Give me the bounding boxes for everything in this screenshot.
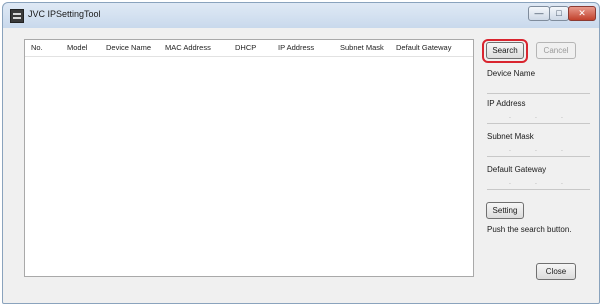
close-icon: ✕ [578, 8, 586, 18]
device-name-label: Device Name [487, 69, 536, 78]
close-button[interactable]: Close [536, 263, 576, 280]
minimize-icon: — [534, 8, 544, 18]
title-bar: JVC IPSettingTool — □ ✕ [3, 3, 599, 28]
device-list-header: No. Model Device Name MAC Address DHCP I… [25, 40, 473, 57]
ip-separator: . [561, 113, 563, 120]
device-list[interactable]: No. Model Device Name MAC Address DHCP I… [24, 39, 474, 277]
ip-address-field[interactable]: . . . [487, 112, 590, 124]
app-window: JVC IPSettingTool — □ ✕ No. Model Device… [2, 2, 600, 304]
ip-separator: . [535, 113, 537, 120]
column-subnet-mask[interactable]: Subnet Mask [340, 43, 384, 52]
setting-button[interactable]: Setting [486, 202, 524, 219]
maximize-button[interactable]: □ [549, 6, 569, 21]
column-device-name[interactable]: Device Name [106, 43, 151, 52]
minimize-button[interactable]: — [528, 6, 550, 21]
gateway-separator: . [509, 179, 511, 186]
subnet-mask-field[interactable]: . . . [487, 145, 590, 157]
cancel-button[interactable]: Cancel [536, 42, 576, 59]
search-button-highlight [482, 39, 528, 63]
column-model[interactable]: Model [67, 43, 87, 52]
column-dhcp[interactable]: DHCP [235, 43, 256, 52]
ip-address-label: IP Address [487, 99, 526, 108]
column-ip-address[interactable]: IP Address [278, 43, 314, 52]
column-default-gateway[interactable]: Default Gateway [396, 43, 451, 52]
status-message: Push the search button. [487, 225, 572, 234]
ip-separator: . [509, 113, 511, 120]
close-window-button[interactable]: ✕ [568, 6, 596, 21]
subnet-separator: . [509, 146, 511, 153]
column-no[interactable]: No. [31, 43, 43, 52]
subnet-separator: . [535, 146, 537, 153]
gateway-separator: . [561, 179, 563, 186]
default-gateway-field[interactable]: . . . [487, 178, 590, 190]
column-mac-address[interactable]: MAC Address [165, 43, 211, 52]
app-icon [10, 9, 24, 23]
gateway-separator: . [535, 179, 537, 186]
subnet-mask-label: Subnet Mask [487, 132, 534, 141]
subnet-separator: . [561, 146, 563, 153]
default-gateway-label: Default Gateway [487, 165, 547, 174]
maximize-icon: □ [556, 8, 562, 18]
device-name-field[interactable] [487, 82, 590, 94]
window-title: JVC IPSettingTool [28, 9, 101, 19]
